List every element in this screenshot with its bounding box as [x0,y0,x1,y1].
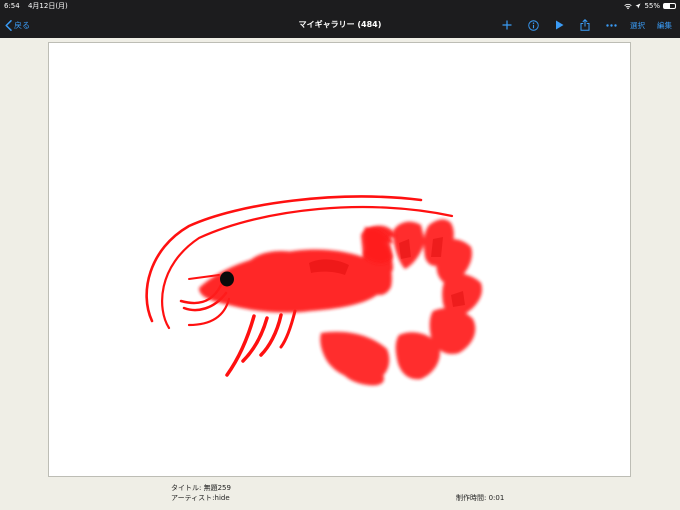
play-icon [555,20,563,30]
shrimp-drawing [145,195,483,386]
artwork-title: タイトル: 無題259 [171,484,231,492]
status-time: 6:54 [4,2,20,10]
battery-percent: 55% [644,2,660,10]
location-icon [635,3,641,9]
status-date: 4月12日(月) [27,2,68,10]
info-icon [527,19,539,31]
more-button[interactable] [598,12,624,38]
more-icon [605,23,617,27]
back-label: 戻る [14,20,30,30]
add-button[interactable] [494,12,520,38]
edit-button[interactable]: 編集 [651,12,672,38]
chevron-left-icon [5,19,12,31]
status-left: 6:54 4月12日(月) [4,0,74,12]
plus-icon [502,20,512,30]
share-icon [580,19,590,31]
back-button[interactable]: 戻る [5,12,30,38]
wifi-icon [624,3,633,9]
info-button[interactable] [520,12,546,38]
select-button[interactable]: 選択 [624,12,651,38]
shrimp-eye [220,271,234,287]
battery-level [664,4,671,8]
battery-icon [663,3,676,9]
artwork-duration: 制作時間: 0:01 [456,494,505,502]
share-button[interactable] [572,12,598,38]
navigation-bar: 戻る マイギャラリー (484) 選択 編集 [0,12,680,38]
toolbar-actions: 選択 編集 [494,12,672,38]
artwork-artist: アーティスト:hide [171,494,230,502]
status-right: 55% [624,0,676,12]
play-button[interactable] [546,12,572,38]
status-bar: 6:54 4月12日(月) 55% [0,0,680,12]
artwork-canvas[interactable] [48,42,631,477]
